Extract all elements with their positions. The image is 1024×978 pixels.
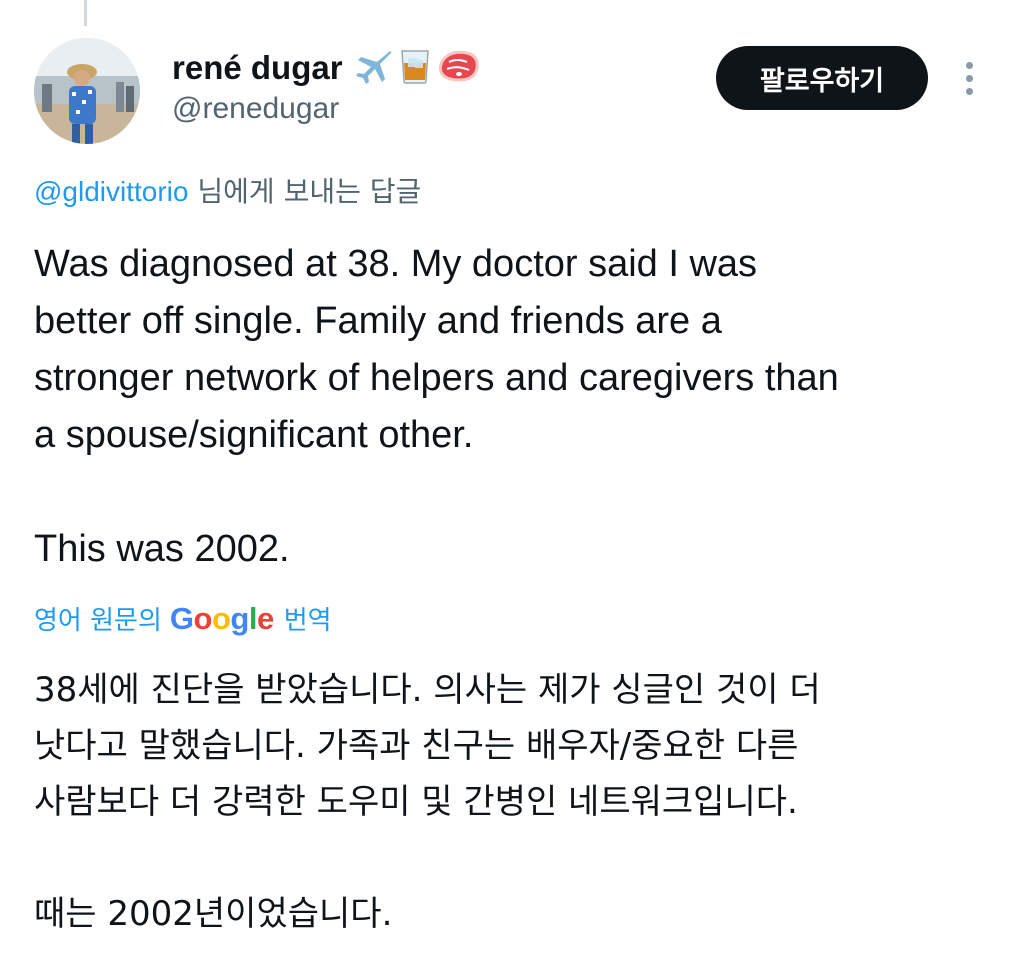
translated-text-closing: 때는 2002년이었습니다. [34,894,393,934]
google-logo: Google [169,600,274,636]
reply-context: @gldivittorio 님에게 보내는 답글 [34,170,421,210]
author-name[interactable]: rené dugar [172,49,343,87]
tweet-text-line: stronger network of helpers and caregive… [34,357,839,399]
more-vertical-icon[interactable] [956,56,984,100]
tweet-text-closing: This was 2002. [34,528,290,570]
google-translate-link[interactable]: 영어 원문의 Google 번역 [34,600,332,637]
whiskey-glass-icon [399,47,431,89]
translated-text-line: 38세에 진단을 받았습니다. 의사는 제가 싱글인 것이 더 [34,670,821,710]
tweet-text-line: Was diagnosed at 38. My doctor said I wa… [34,243,758,285]
tweet-text-line: a spouse/significant other. [34,414,474,456]
tweet-text-line: better off single. Family and friends ar… [34,300,722,342]
follow-button[interactable]: 팔로우하기 [716,46,928,110]
translate-prefix: 영어 원문의 [34,606,162,636]
translated-text: 38세에 진단을 받았습니다. 의사는 제가 싱글인 것이 더 낫다고 말했습니… [34,662,994,942]
thread-connector-line [84,0,87,26]
author-block: rené dugar @renedugar [172,46,481,126]
translate-suffix: 번역 [283,606,332,636]
airplane-icon [353,48,393,88]
avatar[interactable] [34,38,140,144]
avatar-photo [34,38,140,144]
translated-text-line: 낫다고 말했습니다. 가족과 친구는 배우자/중요한 다른 [34,726,799,766]
author-name-row: rené dugar [172,46,481,90]
reply-context-suffix: 님에게 보내는 답글 [188,175,422,208]
translated-text-line: 사람보다 더 강력한 도우미 및 간병인 네트워크입니다. [34,782,798,822]
author-handle[interactable]: @renedugar [172,92,481,126]
mention-link[interactable]: @gldivittorio [34,176,188,207]
steak-icon [437,48,481,88]
tweet-text: Was diagnosed at 38. My doctor said I wa… [34,236,994,578]
